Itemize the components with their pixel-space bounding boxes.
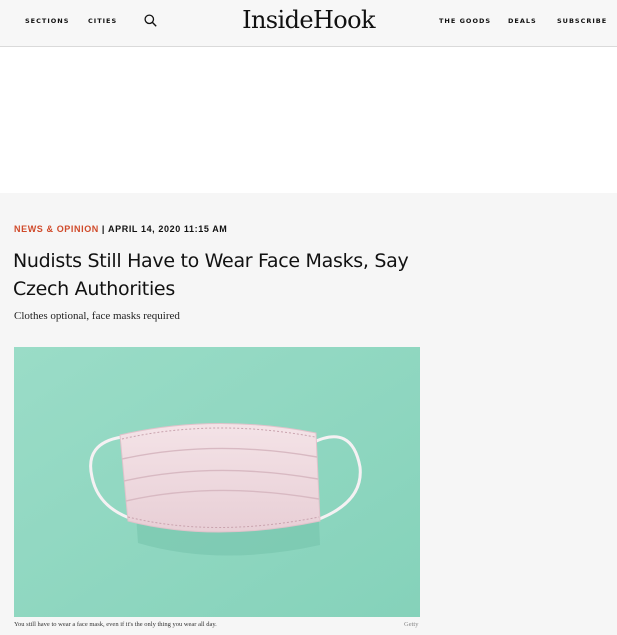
article-title: Nudists Still Have to Wear Face Masks, S… <box>13 250 409 300</box>
nav-the-goods[interactable]: THE GOODS <box>439 17 491 25</box>
category-link[interactable]: NEWS & OPINION <box>14 224 99 234</box>
site-header: SECTIONS CITIES InsideHook THE GOODS DEA… <box>0 0 617 47</box>
article-meta: NEWS & OPINION | APRIL 14, 2020 11:15 AM <box>14 224 227 234</box>
image-caption: You still have to wear a face mask, even… <box>14 621 217 628</box>
nav-subscribe[interactable]: SUBSCRIBE <box>557 17 607 25</box>
publish-date: APRIL 14, 2020 11:15 AM <box>108 224 228 234</box>
article-dek: Clothes optional, face masks required <box>14 310 180 322</box>
hero-image <box>14 347 420 617</box>
face-mask-illustration <box>14 347 420 617</box>
nav-deals[interactable]: DEALS <box>508 17 537 25</box>
image-credit: Getty <box>404 621 419 628</box>
meta-separator: | <box>101 224 106 234</box>
ad-slot <box>0 47 617 193</box>
